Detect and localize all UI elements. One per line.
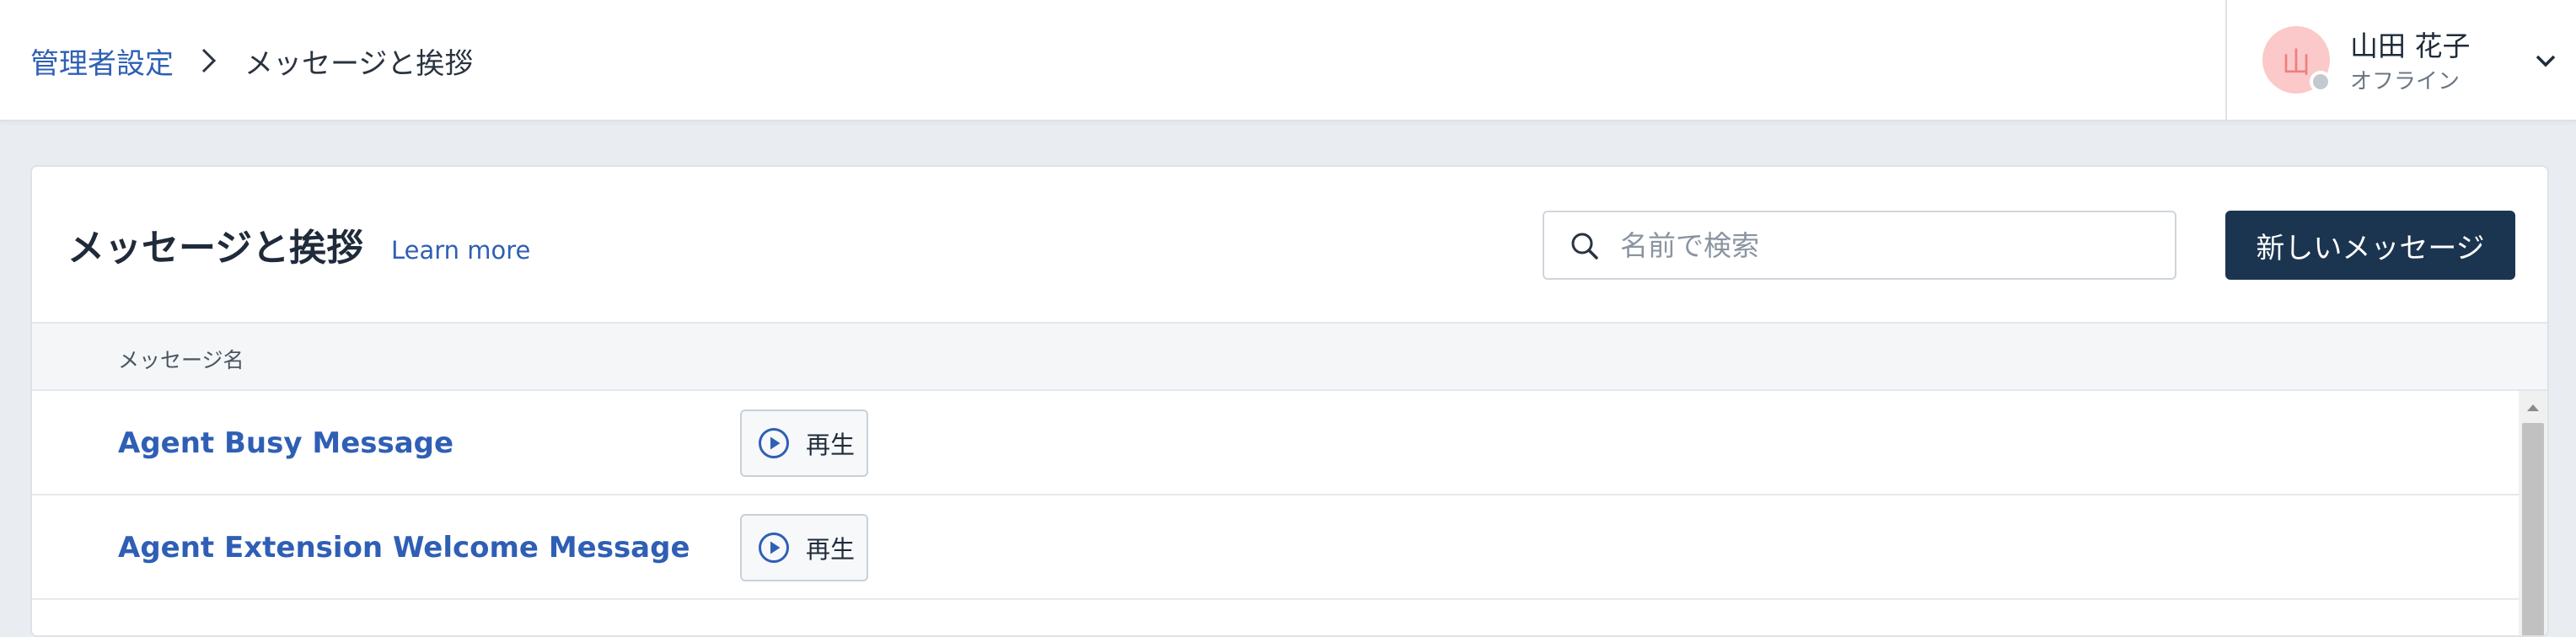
avatar-initial: 山	[2282, 46, 2310, 80]
chevron-down-icon[interactable]	[2529, 44, 2563, 78]
play-circle-icon	[759, 533, 789, 563]
table-row: Agent Busy Message 再生	[32, 391, 2519, 495]
scrollbar-thumb[interactable]	[2522, 423, 2544, 635]
user-status: オフライン	[2350, 69, 2461, 94]
breadcrumb: 管理者設定 メッセージと挨拶	[30, 37, 473, 84]
play-button[interactable]: 再生	[740, 514, 868, 581]
learn-more-link[interactable]: Learn more	[391, 236, 530, 265]
messages-card: メッセージと挨拶 Learn more 新しいメッセージ メッセージ名 Agen…	[30, 165, 2549, 637]
chevron-right-icon	[184, 37, 234, 84]
new-message-button[interactable]: 新しいメッセージ	[2225, 211, 2515, 280]
search-input[interactable]	[1620, 212, 2160, 278]
play-button[interactable]: 再生	[740, 410, 868, 477]
search-box[interactable]	[1543, 211, 2176, 280]
play-label: 再生	[806, 431, 856, 459]
scroll-up-arrow-icon[interactable]	[2519, 396, 2547, 420]
search-icon	[1570, 231, 1600, 261]
breadcrumb-admin-settings-link[interactable]: 管理者設定	[30, 40, 174, 82]
user-name: 山田 花子	[2350, 29, 2471, 62]
play-circle-icon	[759, 428, 789, 458]
presence-status-dot	[2310, 71, 2332, 93]
message-name-link[interactable]: Agent Busy Message	[118, 426, 453, 460]
column-header-message-name[interactable]: メッセージ名	[118, 344, 244, 374]
page-title: メッセージと挨拶	[67, 227, 364, 270]
top-header: 管理者設定 メッセージと挨拶 山 山田 花子 オフライン	[0, 0, 2576, 121]
table-header: メッセージ名	[32, 322, 2547, 391]
breadcrumb-current: メッセージと挨拶	[244, 46, 474, 81]
table-row: Agent Extension Welcome Message 再生	[32, 495, 2519, 600]
play-label: 再生	[806, 535, 856, 564]
vertical-scrollbar[interactable]	[2519, 391, 2547, 635]
user-menu[interactable]: 山 山田 花子 オフライン	[2225, 0, 2576, 121]
message-name-link[interactable]: Agent Extension Welcome Message	[118, 531, 690, 565]
